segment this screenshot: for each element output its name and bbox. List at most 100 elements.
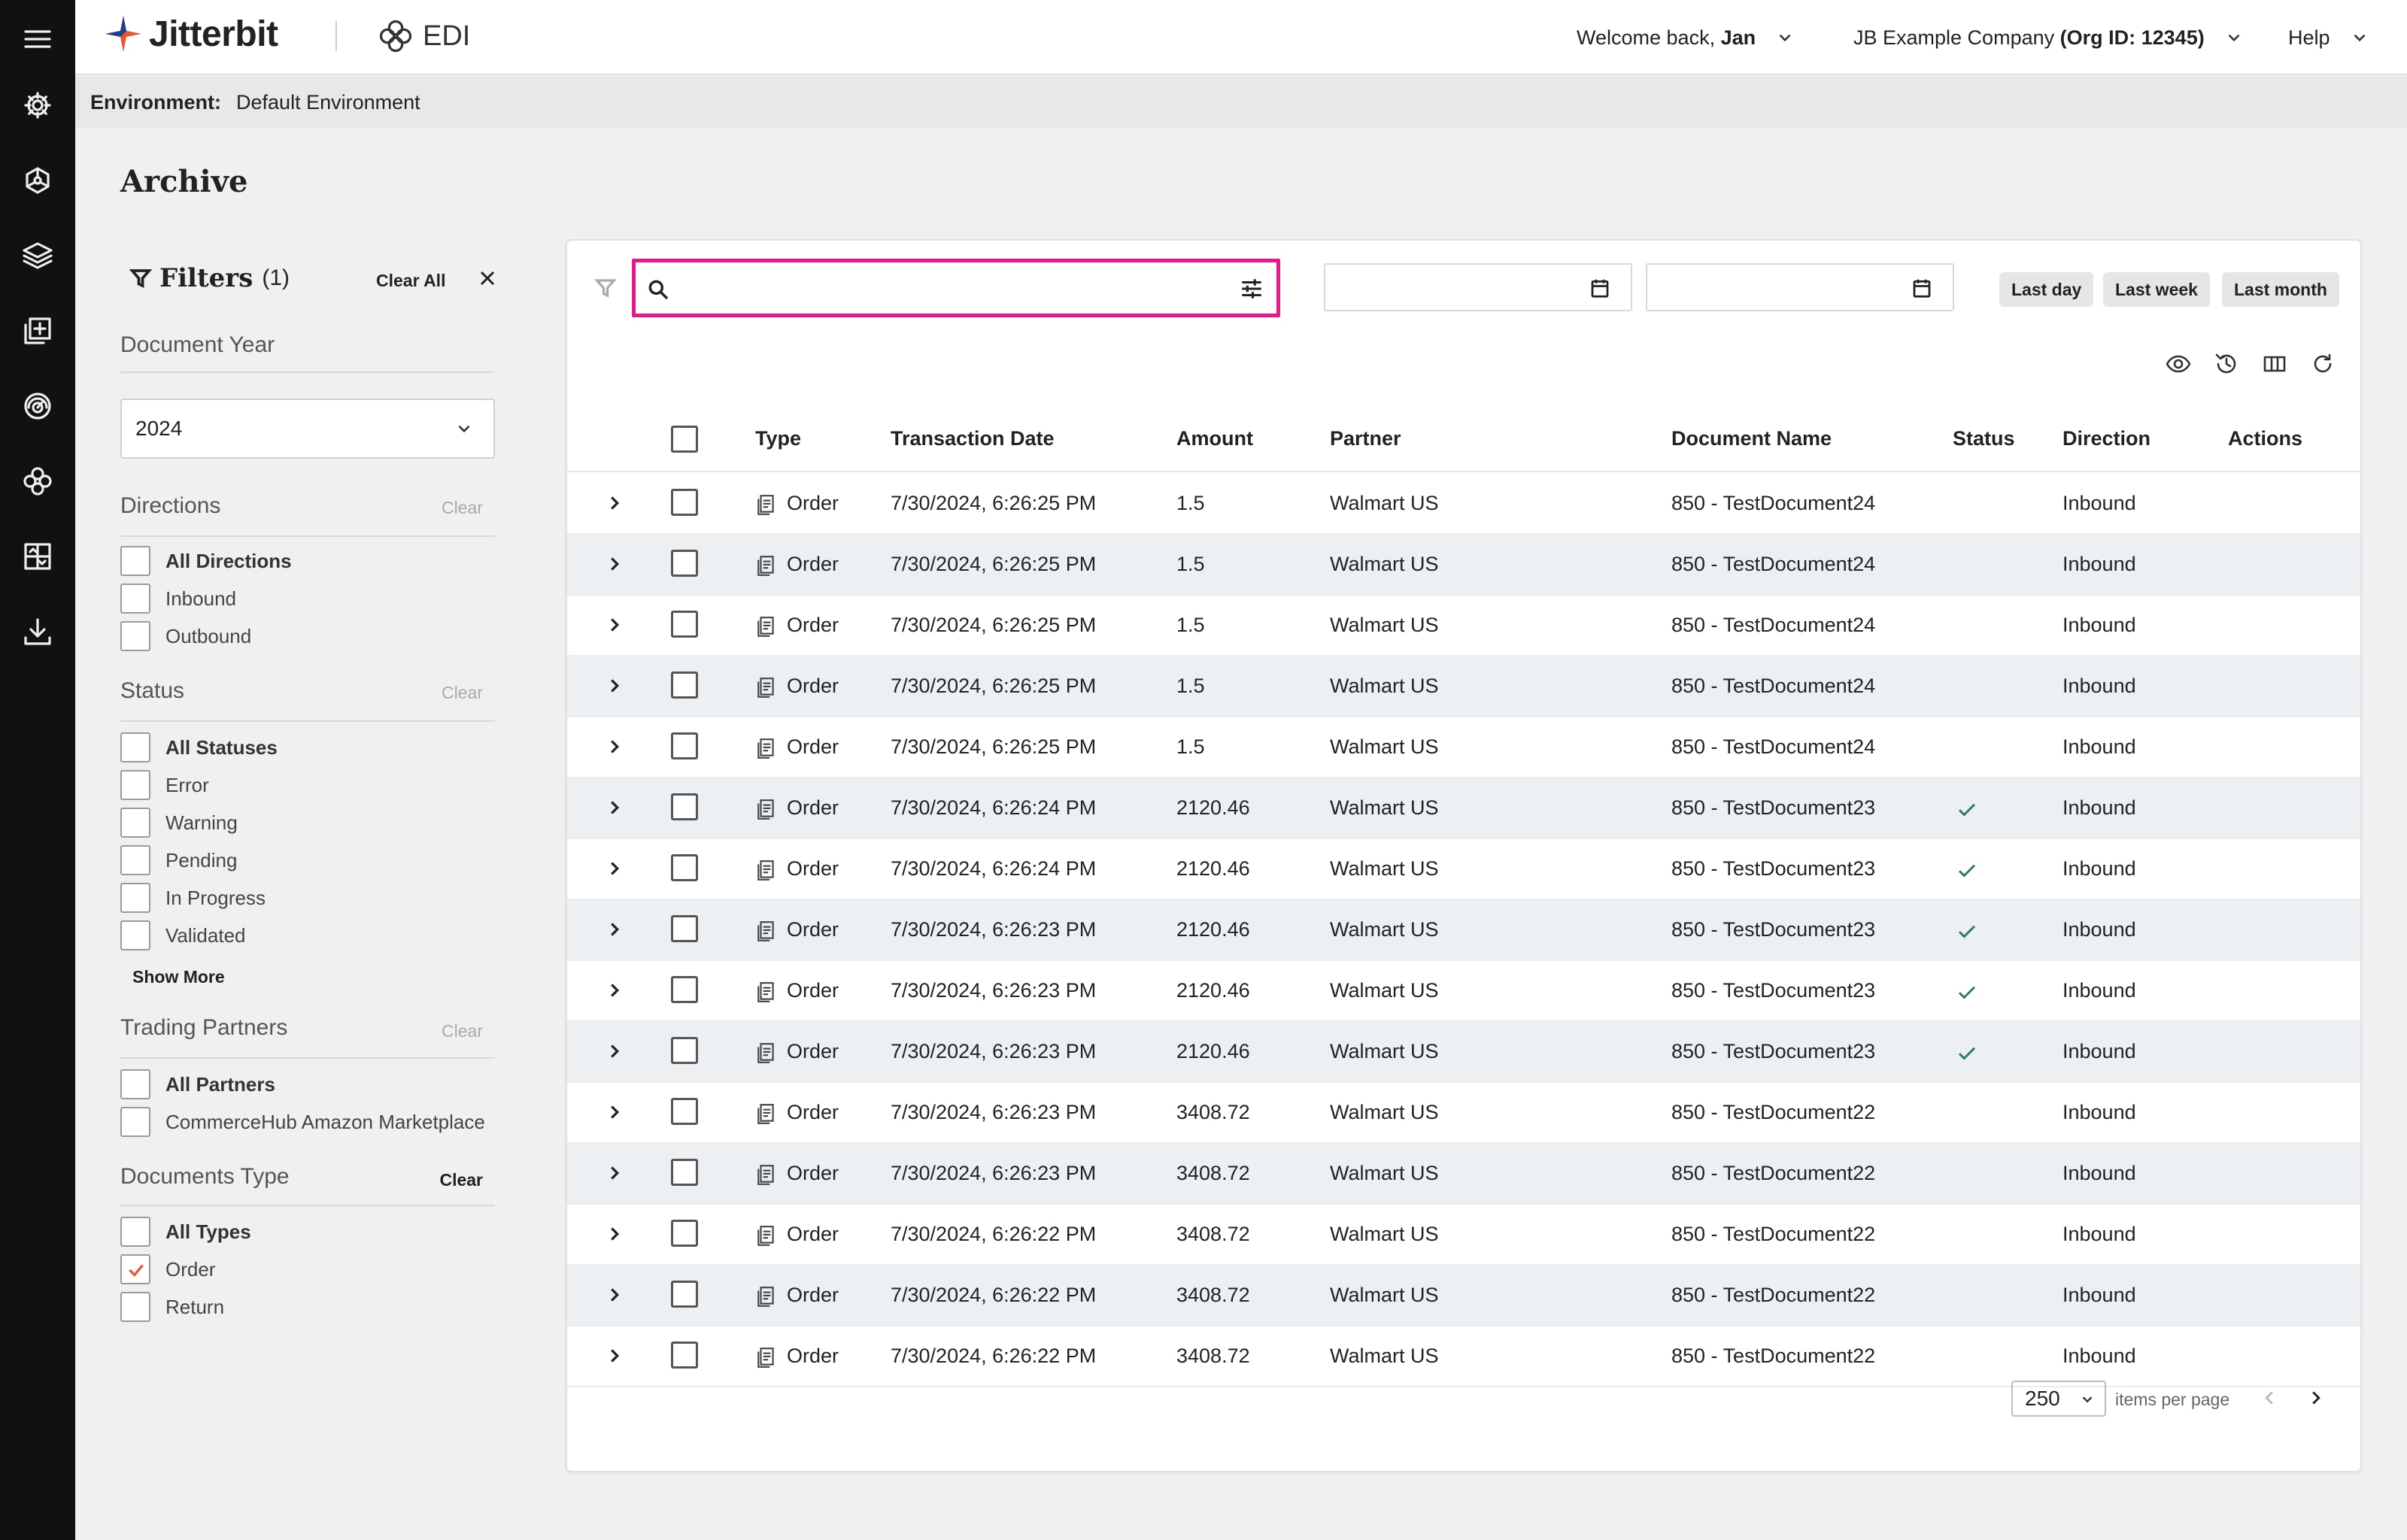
expand-row-chevron-icon[interactable] <box>603 1344 626 1367</box>
expand-row-chevron-icon[interactable] <box>603 614 626 636</box>
row-checkbox[interactable] <box>671 976 698 1003</box>
cell-document-name[interactable]: 850 - TestDocument24 <box>1671 492 1875 515</box>
view-toggle-button[interactable] <box>2165 350 2192 377</box>
date-from-input[interactable] <box>1336 271 1577 304</box>
cell-document-name[interactable]: 850 - TestDocument22 <box>1671 1344 1875 1368</box>
row-checkbox[interactable] <box>671 732 698 759</box>
toggle-filters-button[interactable] <box>594 277 617 299</box>
expand-row-chevron-icon[interactable] <box>603 1284 626 1306</box>
column-header-type[interactable]: Type <box>755 427 801 450</box>
last-day-button[interactable]: Last day <box>1999 272 2094 307</box>
mapping-icon[interactable] <box>20 538 56 574</box>
row-checkbox[interactable] <box>671 1341 698 1369</box>
calendar-icon[interactable] <box>1589 277 1611 299</box>
expand-row-chevron-icon[interactable] <box>603 735 626 758</box>
cell-document-name[interactable]: 850 - TestDocument22 <box>1671 1284 1875 1307</box>
checkbox[interactable] <box>120 732 150 762</box>
filter-option-outbound[interactable]: Outbound <box>120 621 251 651</box>
row-checkbox[interactable] <box>671 1220 698 1247</box>
history-button[interactable] <box>2213 350 2240 377</box>
row-checkbox[interactable] <box>671 671 698 699</box>
checkbox[interactable] <box>120 1254 150 1284</box>
items-per-page-select[interactable]: 250 <box>2011 1381 2106 1417</box>
help-menu[interactable]: Help <box>2288 0 2369 75</box>
checkbox[interactable] <box>120 584 150 614</box>
expand-row-chevron-icon[interactable] <box>603 979 626 1002</box>
close-filters-button[interactable] <box>475 266 499 290</box>
row-checkbox[interactable] <box>671 611 698 638</box>
document-year-select[interactable]: 2024 <box>120 399 495 459</box>
table-row[interactable]: Order 7/30/2024, 6:26:22 PM 3408.72 Walmart… <box>567 1205 2360 1266</box>
company-menu[interactable]: JB Example Company (Org ID: 12345) <box>1853 0 2244 75</box>
next-page-button[interactable] <box>2305 1387 2327 1409</box>
checkbox[interactable] <box>120 770 150 800</box>
calendar-icon[interactable] <box>1911 277 1933 299</box>
cell-document-name[interactable]: 850 - TestDocument23 <box>1671 1040 1875 1063</box>
menu-icon[interactable] <box>20 21 56 57</box>
last-month-button[interactable]: Last month <box>2222 272 2339 307</box>
row-checkbox[interactable] <box>671 1281 698 1308</box>
cell-document-name[interactable]: 850 - TestDocument22 <box>1671 1223 1875 1246</box>
monitor-icon[interactable] <box>20 388 56 424</box>
previous-page-button[interactable] <box>2258 1387 2281 1409</box>
checkbox[interactable] <box>120 1107 150 1137</box>
clear-all-button[interactable]: Clear All <box>376 271 445 291</box>
table-row[interactable]: Order 7/30/2024, 6:26:25 PM 1.5 Walmart US 8… <box>567 535 2360 596</box>
expand-row-chevron-icon[interactable] <box>603 1162 626 1184</box>
filter-option-all-directions[interactable]: All Directions <box>120 546 292 576</box>
checkbox[interactable] <box>120 621 150 651</box>
date-to-input[interactable] <box>1658 271 1899 304</box>
last-week-button[interactable]: Last week <box>2103 272 2210 307</box>
row-checkbox[interactable] <box>671 793 698 820</box>
product-name[interactable]: EDI <box>376 15 470 57</box>
table-row[interactable]: Order 7/30/2024, 6:26:24 PM 2120.46 Walmart… <box>567 839 2360 900</box>
expand-row-chevron-icon[interactable] <box>603 1101 626 1123</box>
column-header-status[interactable]: Status <box>1953 427 2015 450</box>
table-row[interactable]: Order 7/30/2024, 6:26:24 PM 2120.46 Walmart… <box>567 778 2360 839</box>
expand-row-chevron-icon[interactable] <box>603 492 626 514</box>
table-row[interactable]: Order 7/30/2024, 6:26:25 PM 1.5 Walmart US 8… <box>567 717 2360 778</box>
search-input[interactable] <box>681 268 1207 308</box>
network-icon[interactable] <box>20 162 56 199</box>
column-header-amount[interactable]: Amount <box>1176 427 1253 450</box>
download-icon[interactable] <box>20 614 56 650</box>
table-row[interactable]: Order 7/30/2024, 6:26:25 PM 1.5 Walmart US 8… <box>567 474 2360 535</box>
partners-icon[interactable] <box>20 463 56 499</box>
add-document-icon[interactable] <box>20 313 56 349</box>
cell-document-name[interactable]: 850 - TestDocument24 <box>1671 735 1875 759</box>
checkbox[interactable] <box>120 1069 150 1099</box>
row-checkbox[interactable] <box>671 1098 698 1125</box>
row-checkbox[interactable] <box>671 854 698 881</box>
user-menu[interactable]: Welcome back, Jan <box>1577 0 1795 75</box>
expand-row-chevron-icon[interactable] <box>603 796 626 819</box>
row-checkbox[interactable] <box>671 550 698 577</box>
expand-row-chevron-icon[interactable] <box>603 857 626 880</box>
gear-icon[interactable] <box>20 87 56 123</box>
checkbox[interactable] <box>120 546 150 576</box>
filter-option-inbound[interactable]: Inbound <box>120 584 236 614</box>
expand-row-chevron-icon[interactable] <box>603 1040 626 1063</box>
doc-types-clear-button[interactable]: Clear <box>439 1170 483 1190</box>
cell-document-name[interactable]: 850 - TestDocument22 <box>1671 1162 1875 1185</box>
column-header-partner[interactable]: Partner <box>1330 427 1401 450</box>
advanced-search-tune-icon[interactable] <box>1239 276 1264 302</box>
cell-document-name[interactable]: 850 - TestDocument23 <box>1671 918 1875 941</box>
checkbox[interactable] <box>120 845 150 875</box>
expand-row-chevron-icon[interactable] <box>603 918 626 941</box>
table-row[interactable]: Order 7/30/2024, 6:26:22 PM 3408.72 Walmart… <box>567 1326 2360 1387</box>
table-row[interactable]: Order 7/30/2024, 6:26:23 PM 3408.72 Walmart… <box>567 1144 2360 1205</box>
cell-document-name[interactable]: 850 - TestDocument24 <box>1671 553 1875 576</box>
row-checkbox[interactable] <box>671 1037 698 1064</box>
expand-row-chevron-icon[interactable] <box>603 553 626 575</box>
row-checkbox[interactable] <box>671 489 698 516</box>
status-clear-button[interactable]: Clear <box>442 683 483 703</box>
filter-option-all-types[interactable]: All Types <box>120 1217 251 1247</box>
refresh-button[interactable] <box>2309 350 2336 377</box>
column-header-document-name[interactable]: Document Name <box>1671 427 1832 450</box>
table-row[interactable]: Order 7/30/2024, 6:26:23 PM 2120.46 Walmart… <box>567 900 2360 961</box>
show-more-link[interactable]: Show More <box>132 967 225 987</box>
filter-option-return[interactable]: Return <box>120 1292 224 1322</box>
checkbox[interactable] <box>120 1292 150 1322</box>
table-row[interactable]: Order 7/30/2024, 6:26:25 PM 1.5 Walmart US 8… <box>567 656 2360 717</box>
expand-row-chevron-icon[interactable] <box>603 675 626 697</box>
